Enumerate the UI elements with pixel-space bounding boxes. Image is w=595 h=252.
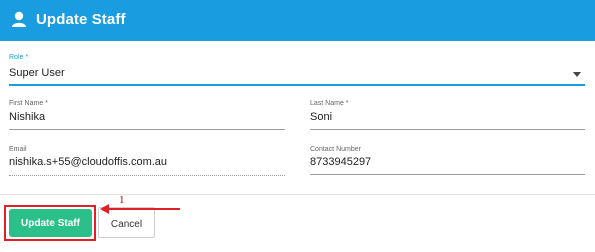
role-select[interactable]: Super User	[9, 67, 65, 79]
first-name-underline	[9, 129, 285, 130]
user-icon	[11, 10, 27, 30]
annotation-arrow-line	[108, 208, 180, 210]
email-label: Email	[9, 146, 27, 153]
role-underline	[9, 84, 585, 86]
update-staff-button[interactable]: Update Staff	[9, 209, 92, 237]
contact-number-field[interactable]: 8733945297	[310, 156, 371, 168]
dialog-header: Update Staff	[0, 0, 595, 41]
chevron-down-icon[interactable]	[573, 72, 581, 77]
first-name-field[interactable]: Nishika	[9, 111, 45, 123]
email-field[interactable]: nishika.s+55@cloudoffis.com.au	[9, 156, 167, 168]
contact-number-label: Contact Number	[310, 146, 361, 153]
annotation-arrow-head	[100, 204, 109, 214]
email-underline	[9, 175, 285, 176]
dialog-title: Update Staff	[36, 11, 126, 28]
last-name-underline	[310, 129, 585, 130]
last-name-label: Last Name *	[310, 100, 349, 107]
annotation-step-number: 1	[119, 194, 125, 206]
last-name-field[interactable]: Soni	[310, 111, 332, 123]
first-name-label: First Name *	[9, 100, 48, 107]
role-label: Role *	[9, 54, 29, 61]
footer-divider	[0, 194, 595, 195]
contact-number-underline	[310, 174, 585, 175]
